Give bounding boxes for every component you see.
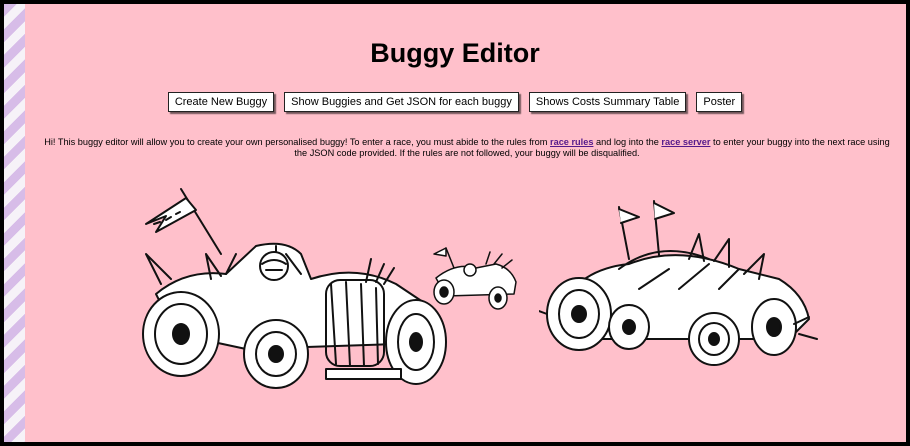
intro-paragraph: Hi! This buggy editor will allow you to … xyxy=(38,137,896,159)
page-frame: Buggy Editor Create New Buggy Show Buggi… xyxy=(4,4,906,442)
race-server-link[interactable]: race server xyxy=(661,137,710,147)
page-title: Buggy Editor xyxy=(370,38,540,68)
intro-text-1: Hi! This buggy editor will allow you to … xyxy=(44,137,548,147)
buggy-illustration-small xyxy=(416,242,526,312)
costs-summary-button[interactable]: Shows Costs Summary Table xyxy=(528,92,687,112)
buggy-illustration-left xyxy=(126,184,456,394)
race-rules-link[interactable]: race rules xyxy=(550,137,593,147)
buggy-illustration-right xyxy=(539,199,824,369)
poster-button[interactable]: Poster xyxy=(696,92,743,112)
decorative-stripe-border xyxy=(4,4,25,442)
show-buggies-json-button[interactable]: Show Buggies and Get JSON for each buggy xyxy=(284,92,519,112)
create-new-buggy-button[interactable]: Create New Buggy xyxy=(167,92,275,112)
button-row: Create New Buggy Show Buggies and Get JS… xyxy=(4,92,906,112)
intro-text-2: and log into the xyxy=(596,137,659,147)
